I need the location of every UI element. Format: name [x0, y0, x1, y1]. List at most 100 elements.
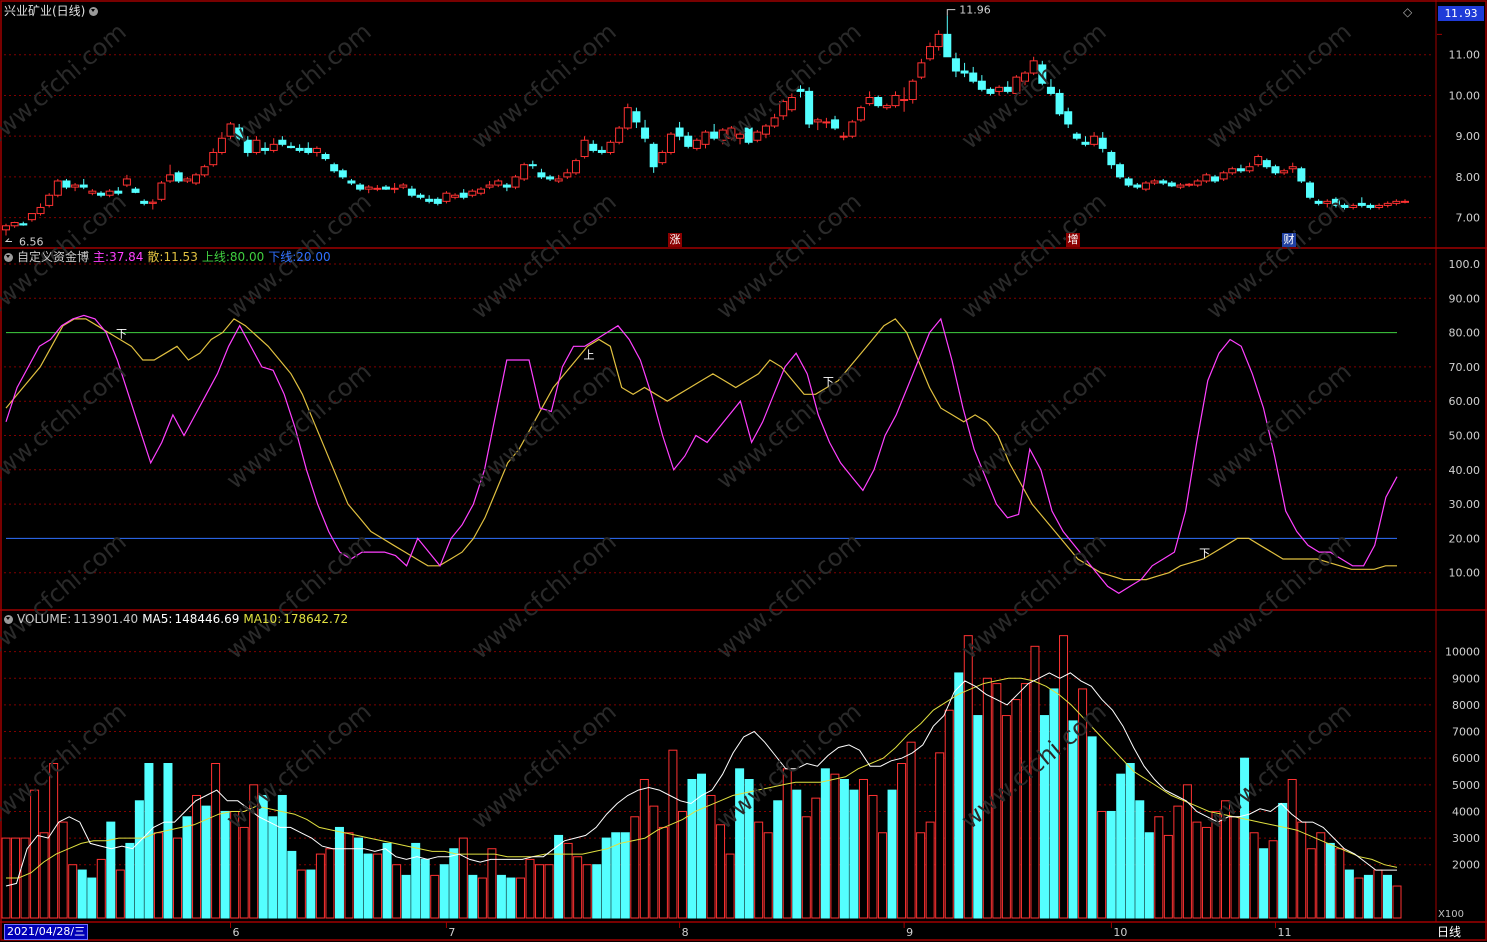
candle-body	[615, 127, 624, 143]
volume-bar	[144, 763, 154, 919]
candle-body	[761, 125, 770, 135]
candle-body	[649, 143, 658, 168]
candle-body	[1254, 156, 1263, 166]
volume-bar	[1087, 736, 1097, 919]
volume-bar	[163, 763, 173, 919]
indicator-name[interactable]: 自定义资金博	[17, 250, 89, 264]
candle-body	[1159, 180, 1168, 184]
candle-body	[658, 151, 667, 164]
candle-body	[1072, 133, 1081, 139]
price-panel-header: 兴业矿业(日线)	[4, 3, 102, 19]
volume-bar	[77, 869, 87, 919]
candle-body	[805, 90, 814, 125]
volume-bar	[535, 864, 545, 919]
volume-bar	[392, 864, 402, 919]
watermark-text: www.cfchi.com	[956, 527, 1112, 664]
indicator-tick-label: 60.00	[1449, 395, 1481, 408]
volume-bar	[1230, 816, 1240, 919]
volume-name[interactable]: VOLUME:	[17, 612, 71, 626]
volume-bar	[1268, 840, 1278, 919]
candle-body	[891, 94, 900, 107]
candle-body	[338, 170, 347, 178]
volume-bar	[401, 874, 411, 919]
volume-bar	[935, 752, 945, 919]
candle-body	[1245, 166, 1254, 172]
candle-body	[19, 223, 28, 226]
candle-body	[79, 184, 88, 188]
candle-body	[1383, 202, 1392, 206]
candle-layer: 11.96 6.56	[2, 4, 1409, 249]
volume-tick-label: 3000	[1452, 832, 1480, 845]
signal-mark: 上	[583, 348, 594, 361]
volume-bar	[868, 794, 878, 919]
volume-bar	[153, 832, 163, 919]
volume-bar	[1163, 834, 1173, 919]
indicator-tick-label: 10.00	[1449, 567, 1481, 580]
candle-body	[960, 70, 969, 74]
volume-bar	[1297, 821, 1307, 919]
candle-body	[191, 174, 200, 184]
volume-bar	[58, 821, 68, 919]
watermark-text: www.cfchi.com	[221, 17, 377, 154]
candle-body	[416, 194, 425, 198]
volume-header: VOLUME: 113901.40 MA5: 148446.69 MA10: 178642…	[4, 611, 352, 627]
volume-bar	[96, 858, 106, 919]
candle-body	[571, 160, 580, 174]
candle-body	[1124, 178, 1133, 186]
indicator-dropdown-icon[interactable]	[4, 253, 13, 262]
candle-body	[269, 143, 278, 151]
volume-bar	[1344, 869, 1354, 919]
volume-bar	[134, 800, 144, 919]
volume-tick-label: 8000	[1452, 699, 1480, 712]
stock-title[interactable]: 兴业矿业(日线)	[4, 4, 85, 18]
candle-body	[27, 213, 36, 221]
indicator-tick-label: 40.00	[1449, 464, 1481, 477]
candle-body	[278, 139, 287, 145]
volume-bar	[1106, 810, 1116, 919]
min-price-pointer	[4, 238, 12, 243]
candle-body	[485, 184, 494, 188]
candle-body	[1107, 151, 1116, 166]
watermark-text: www.cfchi.com	[1201, 17, 1357, 154]
upper-value: 80.00	[229, 250, 265, 264]
dropdown-circle-icon[interactable]	[89, 7, 99, 16]
x-tick-label: 11	[1277, 926, 1291, 939]
volume-bar	[496, 874, 506, 919]
volume-bar	[925, 821, 935, 919]
candle-body	[856, 107, 865, 121]
candle-body	[520, 164, 529, 180]
candle-body	[1090, 135, 1099, 145]
candle-body	[1288, 166, 1297, 170]
volume-bar	[182, 816, 192, 919]
candle-body	[304, 147, 313, 153]
candle-body	[632, 111, 641, 123]
volume-tick-label: 2000	[1452, 859, 1480, 872]
volume-tick-label: 6000	[1452, 752, 1480, 765]
watermark-text: www.cfchi.com	[466, 527, 622, 664]
volume-bar	[1249, 832, 1259, 919]
volume-bar	[306, 869, 316, 919]
candle-body	[1236, 168, 1245, 172]
indicator-tick-label: 70.00	[1449, 361, 1481, 374]
candle-body	[1064, 111, 1073, 125]
period-label[interactable]: 日线	[1437, 923, 1461, 940]
candle-body	[1357, 202, 1366, 206]
candle-body	[908, 80, 917, 101]
indicator-tick-label: 30.00	[1449, 498, 1481, 511]
diamond-icon[interactable]: ◇	[1403, 5, 1412, 19]
volume-bar	[468, 874, 478, 919]
event-mark-zhang[interactable]: 涨	[668, 233, 682, 247]
candle-body	[1055, 92, 1064, 115]
volume-bar	[1116, 773, 1126, 919]
volume-bar	[716, 824, 726, 919]
event-mark-zeng[interactable]: 增	[1066, 233, 1080, 247]
volume-bar	[1135, 800, 1145, 919]
volume-dropdown-icon[interactable]	[4, 615, 13, 624]
candle-body	[641, 127, 650, 139]
candle-body	[537, 172, 546, 178]
event-mark-cai[interactable]: 财	[1282, 233, 1296, 247]
ma10-value: 178642.72	[283, 612, 349, 626]
volume-bar	[725, 853, 735, 919]
candle-body	[1116, 164, 1125, 178]
candle-body	[1262, 160, 1271, 168]
